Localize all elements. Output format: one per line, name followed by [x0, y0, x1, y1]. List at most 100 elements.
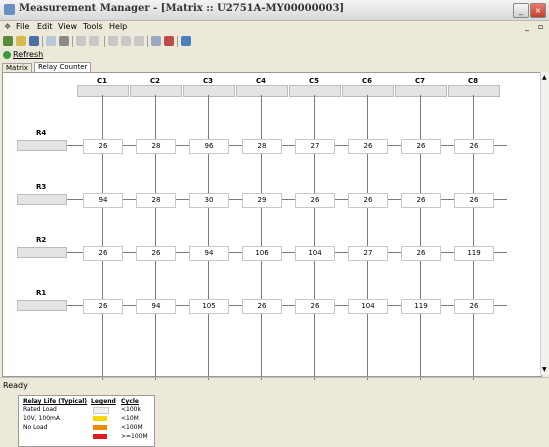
column-box-c1 — [77, 85, 129, 97]
save-icon[interactable] — [29, 36, 39, 46]
legend-cycle-header: Cycle — [121, 398, 139, 405]
window-icon[interactable] — [151, 36, 161, 46]
legend-legend-header: Legend — [91, 398, 116, 405]
title-bar: Measurement Manager - [Matrix :: U2751A-… — [0, 0, 549, 21]
legend-swatch-100k — [93, 407, 109, 414]
column-header-c2: C2 — [149, 77, 160, 85]
vertical-scrollbar[interactable]: ▲ ▼ — [540, 72, 549, 375]
undo-icon[interactable] — [76, 36, 86, 46]
column-wire — [420, 95, 421, 380]
relay-counter-cell: 26 — [83, 299, 123, 314]
legend-cycle-10m: <10M — [121, 415, 139, 422]
relay-counter-cell: 26 — [295, 299, 335, 314]
column-header-c7: C7 — [414, 77, 425, 85]
legend-relay-life-header: Relay Life (Typical) — [23, 398, 88, 405]
row-wire — [67, 252, 507, 253]
relay-counter-cell: 28 — [242, 139, 282, 154]
relay-counter-cell: 96 — [189, 139, 229, 154]
relay-counter-cell: 26 — [242, 299, 282, 314]
relay-counter-cell: 26 — [295, 193, 335, 208]
relay-counter-panel: C1 C2 C3 C4 C5 C6 C7 C8 R4 26 28 96 28 27 26 26 26 R3 94 28… — [2, 72, 542, 447]
refresh-bar: Refresh — [0, 50, 549, 61]
column-header-c6: C6 — [361, 77, 372, 85]
menu-tools[interactable]: Tools — [83, 22, 103, 31]
relay-counter-cell: 26 — [454, 193, 494, 208]
row-wire — [67, 145, 507, 146]
relay-counter-cell: 104 — [295, 246, 335, 261]
relay-counter-cell: 28 — [136, 139, 176, 154]
row-wire — [67, 199, 507, 200]
relay-counter-cell: 94 — [83, 193, 123, 208]
column-header-c5: C5 — [308, 77, 319, 85]
paste-icon[interactable] — [134, 36, 144, 46]
row-box-r4 — [17, 140, 67, 151]
column-box-c5 — [289, 85, 341, 97]
legend-load-none: No Load — [23, 424, 48, 431]
row-header-r2: R2 — [36, 236, 47, 244]
status-bar: Ready — [0, 377, 549, 394]
relay-counter-cell: 26 — [401, 139, 441, 154]
menu-file[interactable]: File — [16, 22, 29, 31]
scroll-down-icon[interactable]: ▼ — [542, 366, 547, 373]
legend-box: Relay Life (Typical) Legend Cycle Rated … — [18, 395, 155, 447]
legend-cycle-over-100m: >=100M — [121, 433, 148, 440]
menu-bar: ❖ File Edit View Tools Help _ ▫ — [0, 21, 549, 34]
relay-counter-cell: 26 — [83, 139, 123, 154]
print-icon[interactable] — [59, 36, 69, 46]
column-header-c1: C1 — [96, 77, 107, 85]
legend-swatch-10m — [93, 416, 107, 421]
column-wire — [208, 95, 209, 380]
mdi-minimize-icon[interactable]: _ — [525, 22, 529, 31]
column-wire — [261, 95, 262, 380]
column-wire — [155, 95, 156, 380]
relay-counter-cell: 105 — [189, 299, 229, 314]
row-header-r1: R1 — [36, 289, 47, 297]
close-button[interactable]: × — [530, 3, 546, 18]
relay-counter-cell: 104 — [348, 299, 388, 314]
column-wire — [367, 95, 368, 380]
scroll-up-icon[interactable]: ▲ — [542, 74, 547, 81]
print-preview-icon[interactable] — [46, 36, 56, 46]
relay-counter-cell: 119 — [401, 299, 441, 314]
relay-counter-cell: 26 — [348, 193, 388, 208]
relay-counter-cell: 26 — [348, 139, 388, 154]
open-icon[interactable] — [16, 36, 26, 46]
menu-help[interactable]: Help — [109, 22, 127, 31]
mdi-restore-icon[interactable]: ▫ — [538, 22, 543, 31]
connect-icon[interactable] — [3, 36, 13, 46]
column-wire — [314, 95, 315, 380]
column-box-c2 — [130, 85, 182, 97]
row-wire — [67, 305, 507, 306]
relay-counter-cell: 29 — [242, 193, 282, 208]
relay-counter-cell: 26 — [401, 193, 441, 208]
column-header-c3: C3 — [202, 77, 213, 85]
relay-counter-cell: 28 — [136, 193, 176, 208]
row-header-r3: R3 — [36, 183, 47, 191]
relay-counter-cell: 27 — [348, 246, 388, 261]
relay-counter-cell: 26 — [136, 246, 176, 261]
minimize-button[interactable]: _ — [513, 3, 529, 18]
redo-icon[interactable] — [89, 36, 99, 46]
cut-icon[interactable] — [108, 36, 118, 46]
relay-counter-cell: 26 — [454, 139, 494, 154]
toolbar — [0, 35, 549, 49]
column-wire — [473, 95, 474, 380]
relay-counter-cell: 94 — [136, 299, 176, 314]
relay-icon[interactable] — [164, 36, 174, 46]
relay-counter-cell: 94 — [189, 246, 229, 261]
legend-load-rated: Rated Load — [23, 406, 57, 413]
legend-load-10v: 10V, 100mA — [23, 415, 60, 422]
column-box-c3 — [183, 85, 235, 97]
menu-edit[interactable]: Edit — [37, 22, 53, 31]
status-text: Ready — [3, 381, 28, 390]
app-menu-icon[interactable]: ❖ — [4, 22, 11, 31]
app-icon — [4, 4, 15, 15]
row-box-r1 — [17, 300, 67, 311]
relay-counter-cell: 26 — [401, 246, 441, 261]
row-header-r4: R4 — [36, 129, 47, 137]
column-box-c4 — [236, 85, 288, 97]
menu-view[interactable]: View — [58, 22, 77, 31]
help-icon[interactable] — [181, 36, 191, 46]
copy-icon[interactable] — [121, 36, 131, 46]
refresh-button[interactable]: Refresh — [13, 50, 43, 59]
